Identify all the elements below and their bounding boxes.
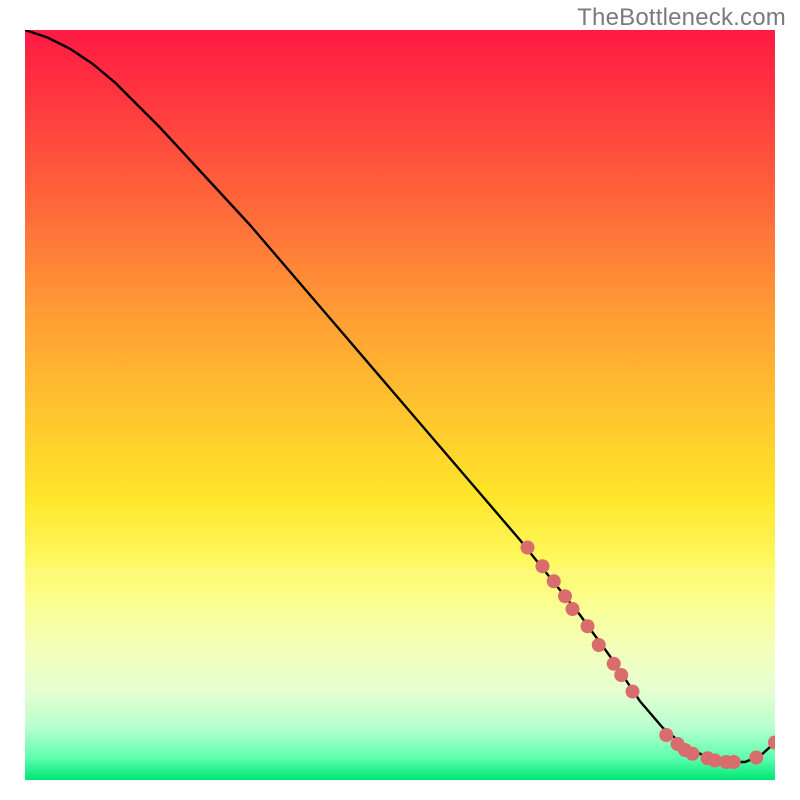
marker-dot bbox=[768, 736, 775, 750]
marker-dot bbox=[749, 751, 763, 765]
markers-layer bbox=[25, 30, 775, 780]
marker-dot bbox=[614, 668, 628, 682]
highlight-points bbox=[521, 541, 776, 770]
marker-dot bbox=[659, 728, 673, 742]
marker-dot bbox=[727, 755, 741, 769]
marker-dot bbox=[592, 638, 606, 652]
watermark-text: TheBottleneck.com bbox=[577, 4, 786, 32]
marker-dot bbox=[536, 559, 550, 573]
marker-dot bbox=[581, 619, 595, 633]
marker-dot bbox=[521, 541, 535, 555]
marker-dot bbox=[686, 747, 700, 761]
marker-dot bbox=[566, 602, 580, 616]
marker-dot bbox=[626, 685, 640, 699]
marker-dot bbox=[547, 574, 561, 588]
plot-area bbox=[25, 30, 775, 780]
marker-dot bbox=[558, 589, 572, 603]
chart-container: TheBottleneck.com bbox=[0, 0, 800, 800]
